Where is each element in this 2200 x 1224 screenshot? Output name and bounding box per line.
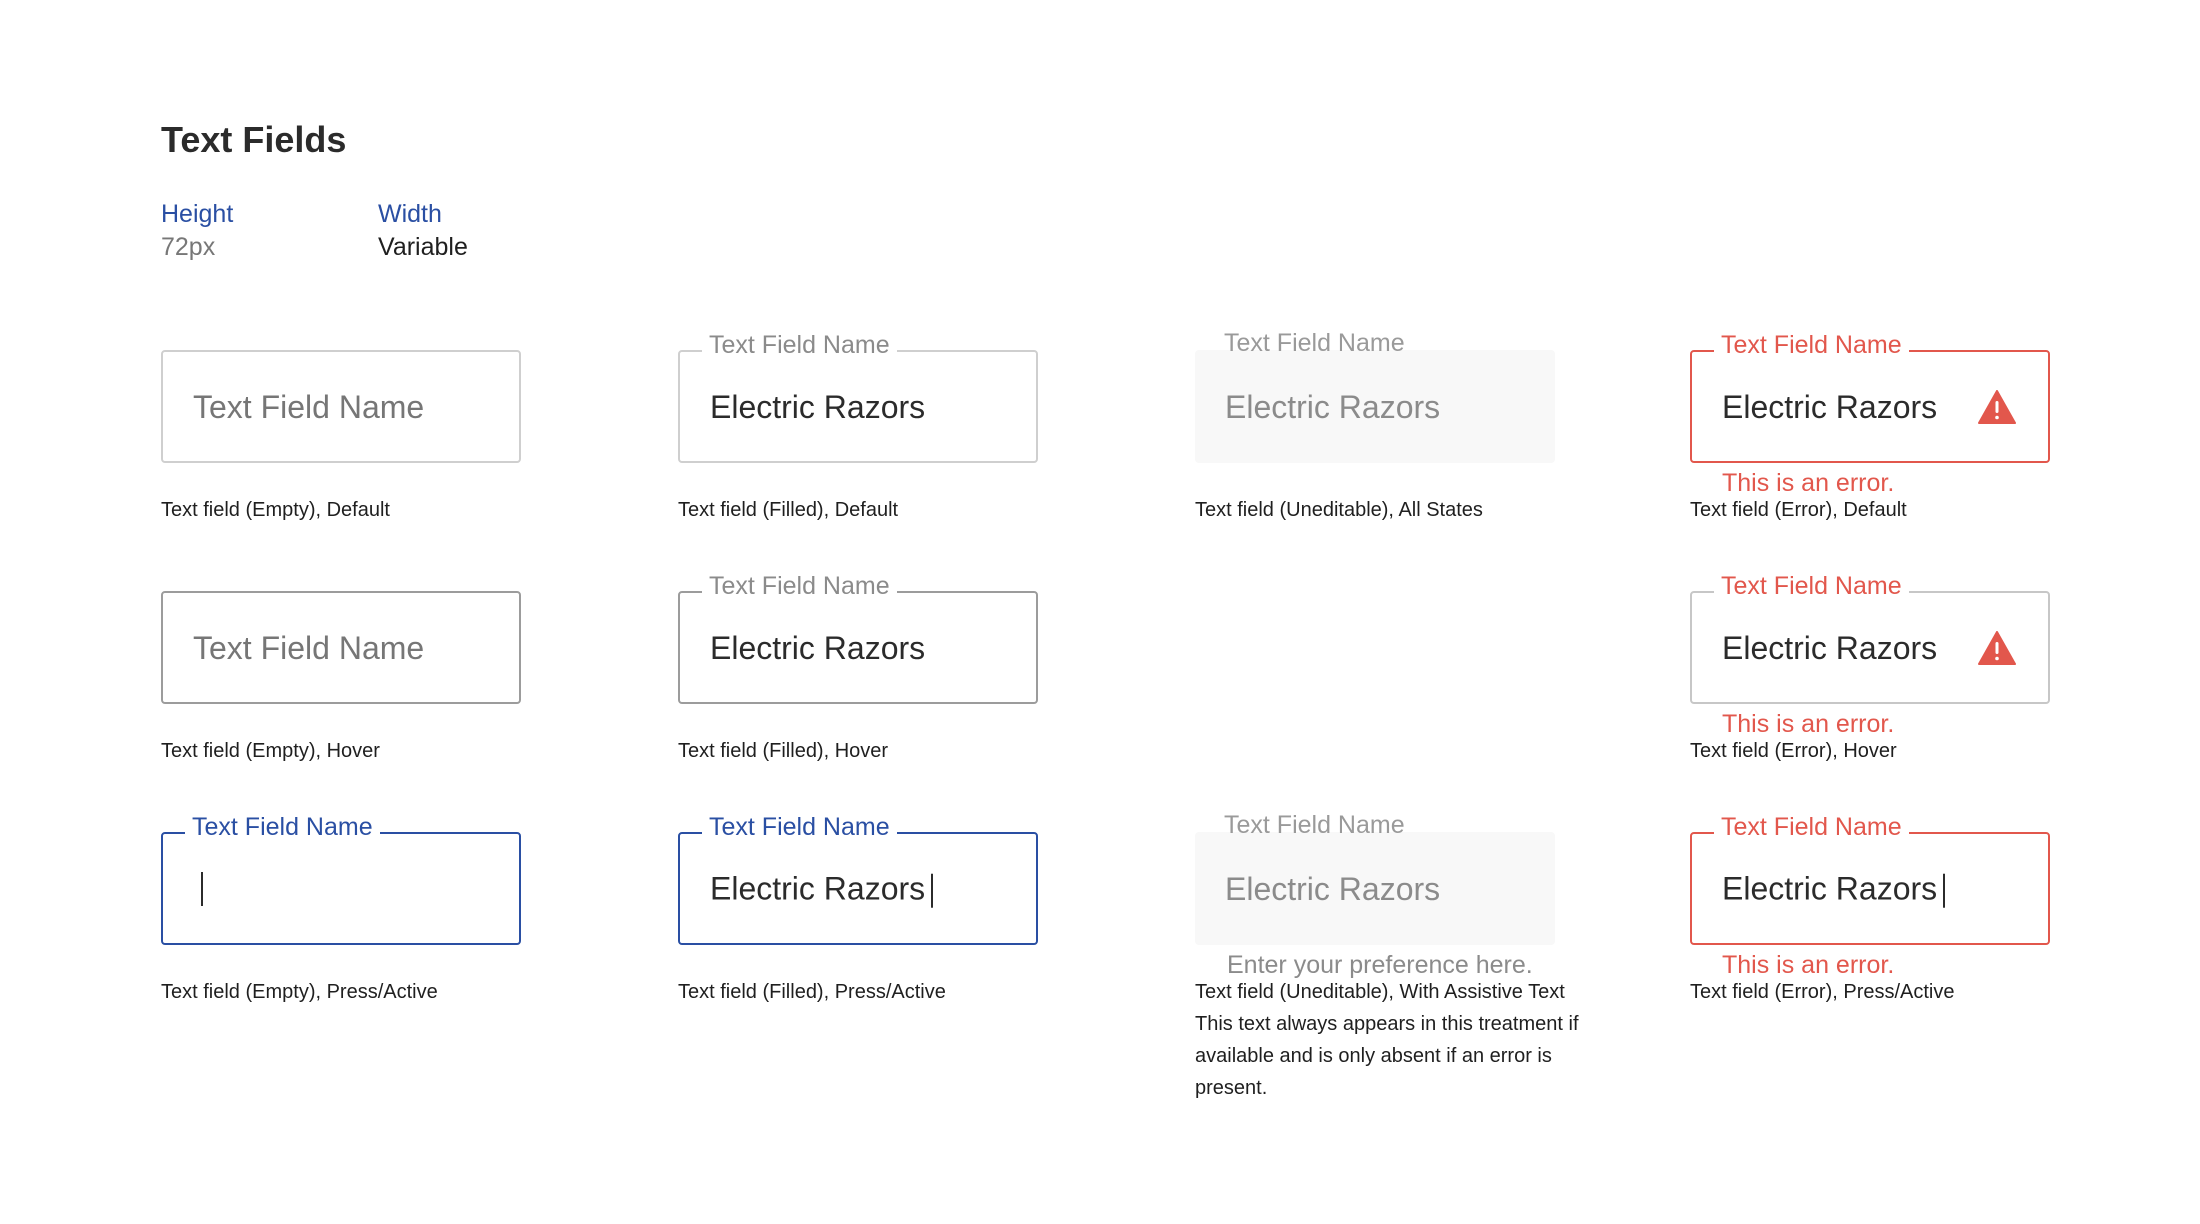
caption-empty-active: Text field (Empty), Press/Active [161, 981, 438, 1003]
text-field-uneditable: Text Field Name Electric Razors [1195, 329, 1555, 463]
field-label: Text Field Name [1224, 329, 1405, 357]
field-label: Text Field Name [185, 812, 380, 842]
height-spec: Height 72px [161, 198, 233, 263]
caption-error-hover: Text field (Error), Hover [1690, 740, 1897, 762]
field-value-wrap: Electric Razors [1722, 869, 1946, 908]
field-label: Text Field Name [1224, 811, 1405, 839]
text-field-filled-active[interactable]: Text Field Name Electric Razors [678, 812, 1038, 945]
caption-filled-active: Text field (Filled), Press/Active [678, 981, 946, 1003]
height-spec-value: 72px [161, 232, 216, 261]
field-value: Electric Razors [1722, 870, 1938, 907]
field-label: Text Field Name [1714, 330, 1909, 360]
caption-uneditable-assistive: Text field (Uneditable), With Assistive … [1195, 976, 1605, 1104]
text-caret [1943, 873, 1946, 908]
text-field-empty-default[interactable]: Text Field Name [161, 350, 521, 463]
width-spec-value: Variable [378, 232, 468, 261]
field-placeholder: Text Field Name [193, 629, 425, 666]
text-field-uneditable-assistive: Text Field Name Electric Razors [1195, 811, 1555, 945]
field-label: Text Field Name [1714, 571, 1909, 601]
text-caret [931, 873, 934, 908]
caption-filled-default: Text field (Filled), Default [678, 499, 899, 521]
field-label: Text Field Name [702, 812, 897, 842]
field-value: Electric Razors [1722, 629, 1938, 666]
caption-uneditable-all: Text field (Uneditable), All States [1195, 499, 1483, 521]
warning-icon [1978, 389, 2016, 424]
field-placeholder: Text Field Name [193, 388, 425, 425]
field-value: Electric Razors [710, 388, 926, 425]
width-spec: Width Variable [378, 198, 468, 263]
caption-title: Text field (Uneditable), With Assistive … [1195, 981, 1565, 1003]
text-field-filled-default[interactable]: Text Field Name Electric Razors [678, 330, 1038, 463]
text-field-empty-active[interactable]: Text Field Name [161, 812, 521, 945]
text-field-empty-hover[interactable]: Text Field Name [161, 591, 521, 704]
page-title: Text Fields [161, 119, 347, 160]
field-label: Text Field Name [702, 330, 897, 360]
text-field-error-active[interactable]: Text Field Name Electric Razors [1690, 812, 2050, 945]
field-label: Text Field Name [1714, 812, 1909, 842]
text-field-error-hover[interactable]: Text Field Name Electric Razors [1690, 571, 2050, 704]
field-value: Electric Razors [1722, 388, 1938, 425]
field-value: Electric Razors [710, 870, 926, 907]
caption-body: This text always appears in this treatme… [1195, 1013, 1579, 1099]
caption-filled-hover: Text field (Filled), Hover [678, 740, 889, 762]
height-spec-label: Height [161, 200, 234, 228]
field-label: Text Field Name [702, 571, 897, 601]
caption-empty-hover: Text field (Empty), Hover [161, 740, 380, 762]
warning-icon [1978, 630, 2016, 665]
field-value-wrap: Electric Razors [710, 869, 934, 908]
caption-empty-default: Text field (Empty), Default [161, 499, 390, 521]
field-value: Electric Razors [1225, 870, 1441, 907]
field-value: Electric Razors [1225, 388, 1441, 425]
caption-error-active: Text field (Error), Press/Active [1690, 981, 1955, 1003]
text-caret [201, 871, 203, 906]
field-value: Electric Razors [710, 629, 926, 666]
text-field-filled-hover[interactable]: Text Field Name Electric Razors [678, 571, 1038, 704]
width-spec-label: Width [378, 200, 442, 228]
text-field-error-default[interactable]: Text Field Name Electric Razors [1690, 330, 2050, 463]
caption-error-default: Text field (Error), Default [1690, 499, 1907, 521]
